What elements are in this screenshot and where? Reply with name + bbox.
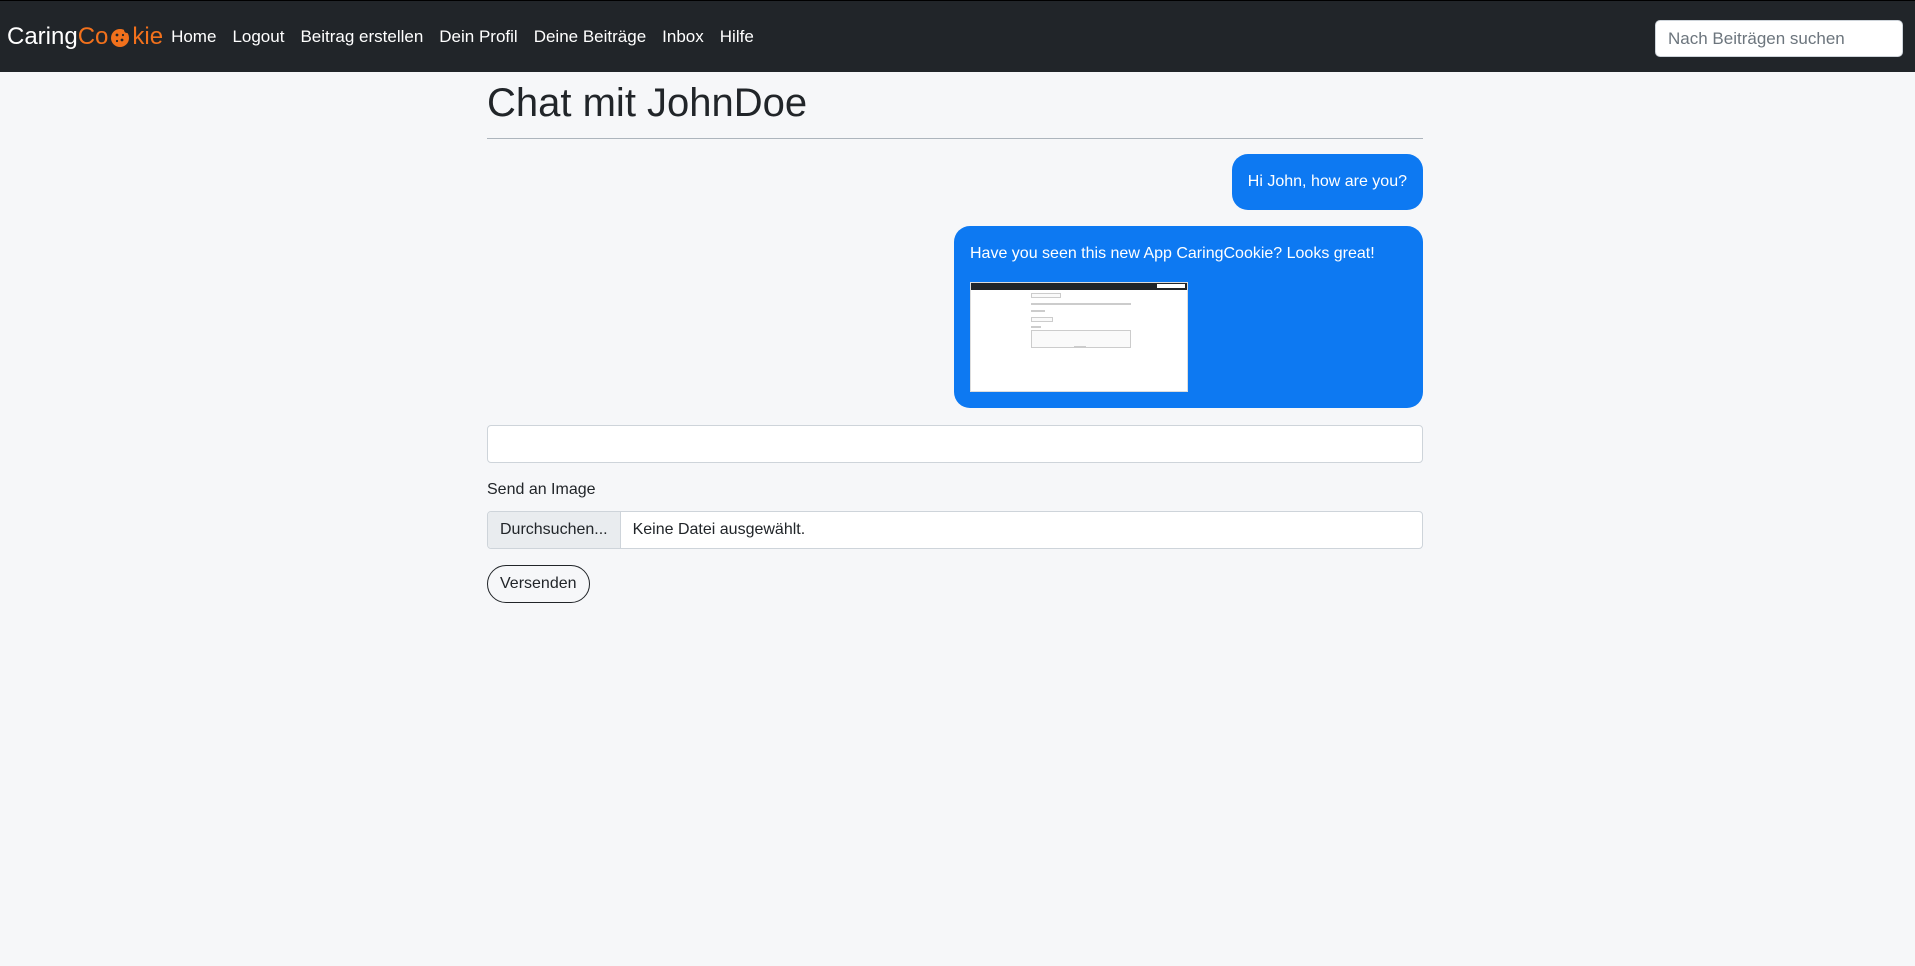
attached-image[interactable]	[970, 282, 1188, 392]
brand-text-co: Co	[77, 22, 109, 50]
nav-link-my-posts[interactable]: Deine Beiträge	[534, 27, 646, 47]
search-input[interactable]	[1655, 20, 1903, 57]
nav-link-help[interactable]: Hilfe	[720, 27, 754, 47]
nav-link-logout[interactable]: Logout	[232, 27, 284, 47]
nav-link-inbox[interactable]: Inbox	[662, 27, 704, 47]
cookie-icon	[111, 26, 131, 47]
chat-message-text: Have you seen this new App CaringCookie?…	[970, 245, 1375, 262]
top-navbar: Caring Co kie Home Logout Beitrag erstel…	[0, 0, 1915, 72]
file-input[interactable]: Durchsuchen... Keine Datei ausgewählt.	[487, 511, 1423, 549]
brand-text-kie: kie	[132, 22, 164, 50]
image-upload-label: Send an Image	[487, 481, 596, 498]
thumb-line	[1074, 346, 1086, 348]
page-title: Chat mit JohnDoe	[487, 81, 808, 125]
brand-logo[interactable]: Caring Co kie	[7, 22, 164, 50]
thumb-search	[1157, 284, 1185, 288]
thumb-button	[1031, 293, 1061, 298]
message-input[interactable]	[487, 425, 1423, 463]
thumb-navbar	[971, 283, 1187, 290]
chat-message-bubble: Hi John, how are you?	[1231, 154, 1423, 210]
thumb-line	[1031, 303, 1131, 305]
thumb-line	[1031, 310, 1045, 312]
file-status: Keine Datei ausgewählt.	[632, 521, 806, 538]
send-button[interactable]: Versenden	[487, 565, 590, 603]
brand-text-cookie: Co kie	[77, 22, 164, 50]
nav-link-profile[interactable]: Dein Profil	[439, 27, 517, 47]
nav-link-create-post[interactable]: Beitrag erstellen	[300, 27, 423, 47]
thumb-button	[1031, 317, 1053, 322]
message-row: Hi John, how are you?	[487, 139, 1423, 210]
brand-text-caring: Caring	[7, 22, 78, 50]
chat-container: Chat mit JohnDoe Hi John, how are you? H…	[487, 72, 1423, 603]
nav-links: Home Logout Beitrag erstellen Dein Profi…	[171, 27, 770, 47]
chat-message-bubble: Have you seen this new App CaringCookie?…	[954, 226, 1423, 408]
thumb-line	[1031, 326, 1041, 328]
browse-button[interactable]: Durchsuchen...	[488, 512, 621, 548]
nav-link-home[interactable]: Home	[171, 27, 216, 47]
message-row: Have you seen this new App CaringCookie?…	[487, 210, 1423, 408]
